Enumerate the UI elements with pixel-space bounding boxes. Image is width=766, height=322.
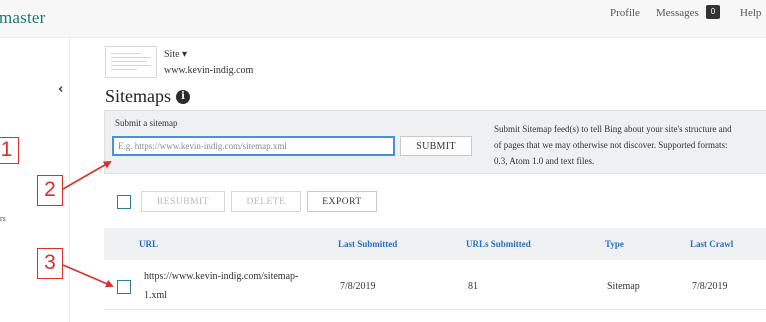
annotation-marker-1: 1: [0, 137, 19, 164]
help-text-line: of pages that we may otherwise not disco…: [494, 140, 728, 150]
help-text-line: Submit Sitemap feed(s) to tell Bing abou…: [494, 124, 732, 134]
annotation-marker-2: 2: [37, 175, 63, 206]
help-text-line: 0.3, Atom 1.0 and text files.: [494, 156, 595, 166]
site-selector-dropdown[interactable]: Site ▾: [164, 49, 187, 60]
delete-button[interactable]: DELETE: [231, 191, 301, 212]
top-bar: master Profile Messages 0 Help: [0, 0, 766, 38]
resubmit-button[interactable]: RESUBMIT: [141, 191, 225, 212]
messages-count-badge[interactable]: 0: [706, 5, 720, 19]
column-header-url[interactable]: URL: [139, 239, 158, 249]
submit-sitemap-label: Submit a sitemap: [115, 118, 178, 128]
messages-link[interactable]: Messages: [656, 7, 699, 19]
row-url-cell[interactable]: https://www.kevin-indig.com/sitemap- 1.x…: [144, 267, 334, 305]
row-last-crawl: 7/8/2019: [692, 281, 728, 292]
annotation-marker-3: 3: [37, 248, 63, 279]
submit-help-text: Submit Sitemap feed(s) to tell Bing abou…: [494, 121, 766, 169]
collapse-sidebar-icon[interactable]: ‹: [58, 82, 63, 97]
brand-logo-text[interactable]: master: [0, 8, 46, 28]
help-link[interactable]: Help: [740, 7, 761, 19]
table-header: [104, 228, 766, 260]
submit-button[interactable]: SUBMIT: [400, 136, 472, 156]
site-url: www.kevin-indig.com: [164, 65, 254, 76]
column-header-urls-submitted[interactable]: URLs Submitted: [466, 239, 531, 249]
site-thumbnail: [105, 46, 157, 78]
export-button[interactable]: EXPORT: [307, 191, 377, 212]
row-last-submitted: 7/8/2019: [340, 281, 376, 292]
row-type: Sitemap: [607, 281, 640, 292]
select-all-checkbox[interactable]: [117, 195, 131, 209]
sitemap-url-input[interactable]: [112, 136, 395, 156]
annotation-arrow-2: [62, 161, 112, 190]
row-checkbox[interactable]: [117, 280, 131, 294]
profile-link[interactable]: Profile: [610, 7, 640, 19]
info-icon[interactable]: i: [176, 90, 190, 104]
row-url-line: https://www.kevin-indig.com/sitemap-: [144, 271, 299, 282]
column-header-last-submitted[interactable]: Last Submitted: [338, 239, 397, 249]
row-urls-submitted: 81: [468, 281, 478, 292]
column-header-type[interactable]: Type: [605, 239, 624, 249]
row-url-line: 1.xml: [144, 290, 168, 301]
column-header-last-crawl[interactable]: Last Crawl: [690, 239, 733, 249]
page-title: Sitemaps: [105, 86, 171, 106]
sidebar-item-fragment[interactable]: rs: [0, 214, 6, 223]
